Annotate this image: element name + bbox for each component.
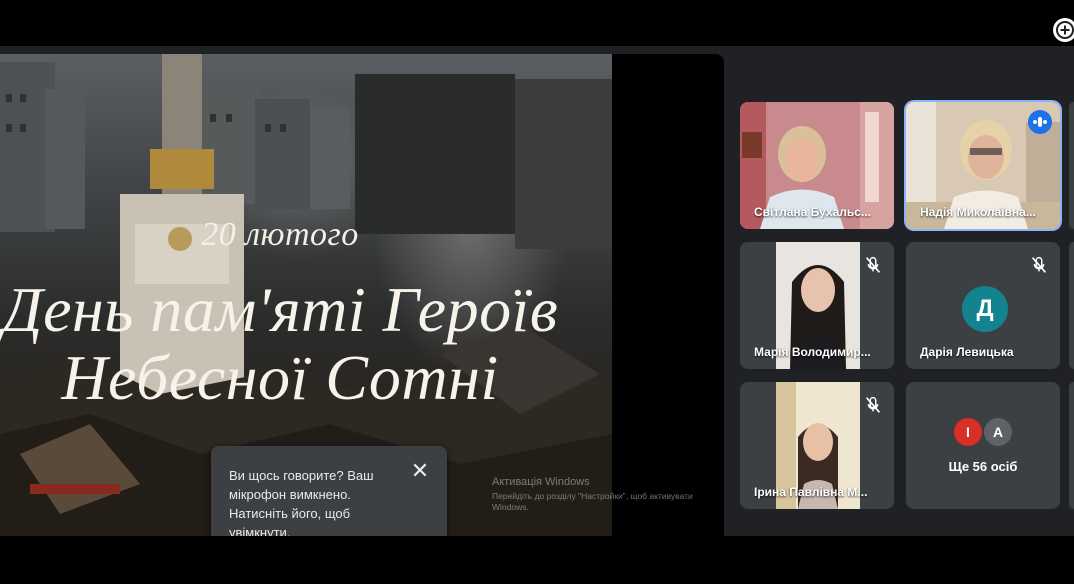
close-icon[interactable]: ✕ xyxy=(409,460,431,482)
avatar: А xyxy=(984,418,1012,446)
add-circle-icon[interactable] xyxy=(1053,18,1074,42)
partial-participant-tile[interactable] xyxy=(1069,102,1074,229)
more-participants-label: Ще 56 осіб xyxy=(948,459,1018,474)
participant-tile[interactable]: Світлана Бухальс... xyxy=(740,102,894,229)
mic-off-icon xyxy=(1031,256,1047,273)
meeting-area: 20 лютого День пам'яті Героїв Небесної С… xyxy=(0,46,1074,536)
partial-participant-tile[interactable] xyxy=(1069,382,1074,509)
windows-activation-watermark: Активація Windows Перейдіть до розділу "… xyxy=(492,476,712,513)
participant-tile-active[interactable]: Надія Миколаївна... xyxy=(906,102,1060,229)
participant-tile[interactable]: Д Дарія Левицька xyxy=(906,242,1060,369)
slide-title-line-2: Небесної Сотні xyxy=(61,342,499,413)
avatar: І xyxy=(954,418,982,446)
participant-tile[interactable]: Марія Володимир... xyxy=(740,242,894,369)
watermark-subtitle: Перейдіть до розділу "Настройки", щоб ак… xyxy=(492,491,693,512)
mic-off-icon xyxy=(865,256,881,273)
participant-name: Світлана Бухальс... xyxy=(754,205,871,219)
audio-level-icon xyxy=(1028,110,1052,134)
slide-title-line-1: День пам'яті Героїв xyxy=(1,274,559,345)
participant-name: Марія Володимир... xyxy=(754,345,871,359)
slide-date: 20 лютого xyxy=(201,216,359,253)
mic-muted-notification: Ви щось говорите? Ваш мікрофон вимкнено.… xyxy=(211,446,447,536)
mic-muted-message: Ви щось говорите? Ваш мікрофон вимкнено.… xyxy=(229,468,374,536)
participant-name: Ірина Павлівна М... xyxy=(754,485,868,499)
presentation-view: 20 лютого День пам'яті Героїв Небесної С… xyxy=(0,54,724,536)
more-participants-tile[interactable]: І А Ще 56 осіб xyxy=(906,382,1060,509)
participant-name: Дарія Левицька xyxy=(920,345,1014,359)
participant-name: Надія Миколаївна... xyxy=(920,205,1036,219)
slide-title: День пам'яті Героїв Небесної Сотні xyxy=(0,276,560,412)
partial-participant-tile[interactable] xyxy=(1069,242,1074,369)
avatar: Д xyxy=(962,286,1008,332)
watermark-title: Активація Windows xyxy=(492,476,590,488)
participant-tile[interactable]: Ірина Павлівна М... xyxy=(740,382,894,509)
more-participants-avatars: І А xyxy=(954,418,1014,448)
mic-off-icon xyxy=(865,396,881,413)
